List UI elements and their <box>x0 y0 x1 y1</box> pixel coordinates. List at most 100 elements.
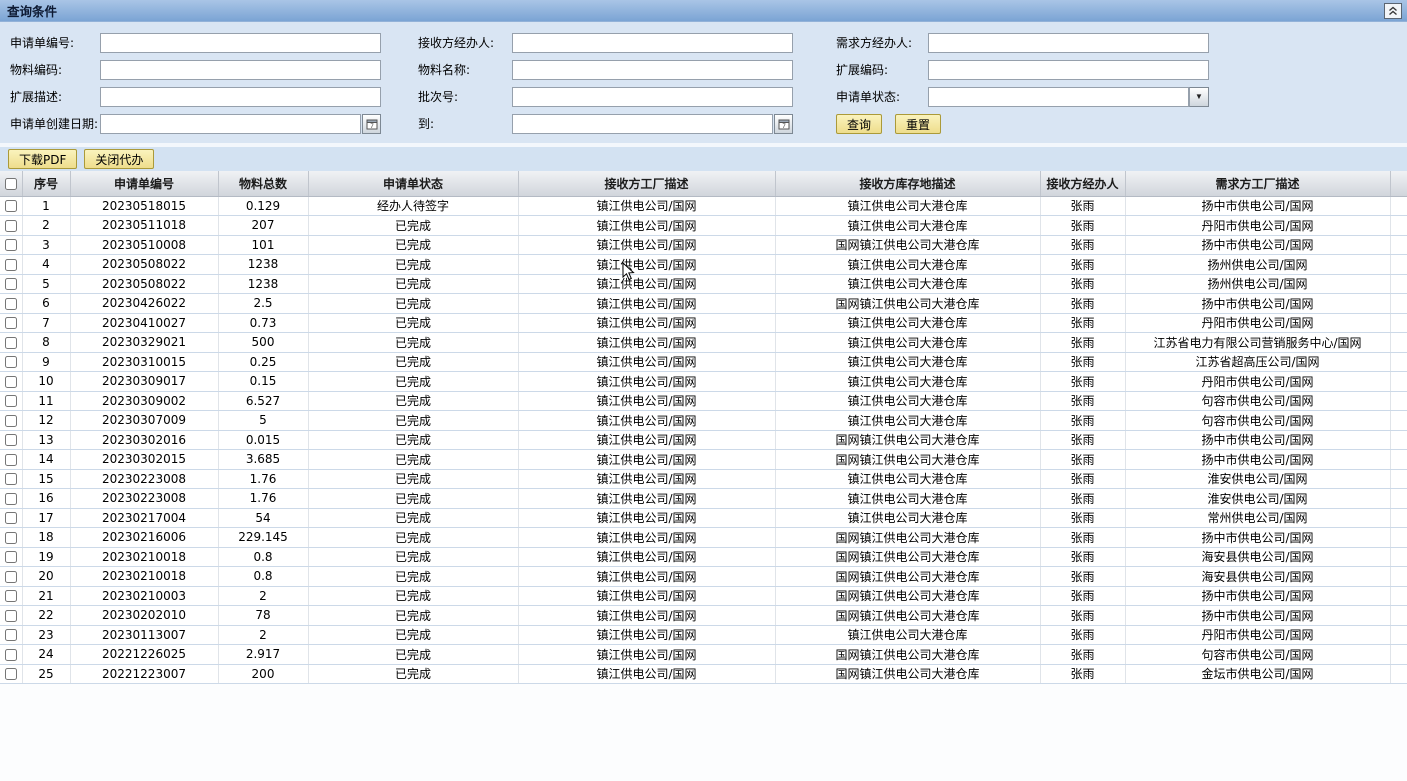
row-checkbox[interactable] <box>5 298 17 310</box>
cell-qty: 2.5 <box>218 294 308 314</box>
label-batch-no: 批次号: <box>418 88 512 105</box>
table-row[interactable]: 23 20230113007 2 已完成 镇江供电公司/国网 镇江供电公司大港仓… <box>0 625 1407 645</box>
cell-apply-no: 20230518015 <box>70 196 218 216</box>
cell-recv-factory: 镇江供电公司/国网 <box>518 664 775 684</box>
cell-status: 已完成 <box>308 391 518 411</box>
table-row[interactable]: 10 20230309017 0.15 已完成 镇江供电公司/国网 镇江供电公司… <box>0 372 1407 392</box>
row-checkbox[interactable] <box>5 649 17 661</box>
row-checkbox[interactable] <box>5 200 17 212</box>
row-checkbox[interactable] <box>5 434 17 446</box>
table-row[interactable]: 15 20230223008 1.76 已完成 镇江供电公司/国网 镇江供电公司… <box>0 469 1407 489</box>
cell-agent: 张雨 <box>1040 352 1125 372</box>
table-row[interactable]: 1 20230518015 0.129 经办人待签字 镇江供电公司/国网 镇江供… <box>0 196 1407 216</box>
create-date-input[interactable] <box>100 114 361 134</box>
row-checkbox[interactable] <box>5 239 17 251</box>
table-row[interactable]: 21 20230210003 2 已完成 镇江供电公司/国网 国网镇江供电公司大… <box>0 586 1407 606</box>
cell-recv-storage: 镇江供电公司大港仓库 <box>775 196 1040 216</box>
select-all-checkbox[interactable] <box>5 178 17 190</box>
table-row[interactable]: 19 20230210018 0.8 已完成 镇江供电公司/国网 国网镇江供电公… <box>0 547 1407 567</box>
row-checkbox[interactable] <box>5 356 17 368</box>
create-date-picker-button[interactable]: 7 <box>362 114 381 134</box>
cell-recv-storage: 国网镇江供电公司大港仓库 <box>775 430 1040 450</box>
download-pdf-button[interactable]: 下载PDF <box>8 149 77 169</box>
table-row[interactable]: 13 20230302016 0.015 已完成 镇江供电公司/国网 国网镇江供… <box>0 430 1407 450</box>
query-button[interactable]: 查询 <box>836 114 882 134</box>
row-checkbox[interactable] <box>5 454 17 466</box>
cell-qty: 229.145 <box>218 528 308 548</box>
collapse-panel-button[interactable] <box>1384 3 1402 19</box>
row-checkbox[interactable] <box>5 512 17 524</box>
cell-recv-storage: 镇江供电公司大港仓库 <box>775 391 1040 411</box>
apply-status-input[interactable] <box>928 87 1189 107</box>
cell-recv-factory: 镇江供电公司/国网 <box>518 333 775 353</box>
table-row[interactable]: 9 20230310015 0.25 已完成 镇江供电公司/国网 镇江供电公司大… <box>0 352 1407 372</box>
row-checkbox[interactable] <box>5 610 17 622</box>
table-row[interactable]: 11 20230309002 6.527 已完成 镇江供电公司/国网 镇江供电公… <box>0 391 1407 411</box>
table-row[interactable]: 18 20230216006 229.145 已完成 镇江供电公司/国网 国网镇… <box>0 528 1407 548</box>
row-checkbox[interactable] <box>5 415 17 427</box>
cell-index: 5 <box>22 274 70 294</box>
table-row[interactable]: 7 20230410027 0.73 已完成 镇江供电公司/国网 镇江供电公司大… <box>0 313 1407 333</box>
apply-no-input[interactable] <box>100 33 381 53</box>
row-checkbox[interactable] <box>5 278 17 290</box>
table-row[interactable]: 4 20230508022 1238 已完成 镇江供电公司/国网 镇江供电公司大… <box>0 255 1407 275</box>
table-row[interactable]: 3 20230510008 101 已完成 镇江供电公司/国网 国网镇江供电公司… <box>0 235 1407 255</box>
row-checkbox[interactable] <box>5 629 17 641</box>
table-row[interactable]: 2 20230511018 207 已完成 镇江供电公司/国网 镇江供电公司大港… <box>0 216 1407 236</box>
row-checkbox[interactable] <box>5 668 17 680</box>
row-checkbox[interactable] <box>5 473 17 485</box>
table-row[interactable]: 6 20230426022 2.5 已完成 镇江供电公司/国网 国网镇江供电公司… <box>0 294 1407 314</box>
cell-agent: 张雨 <box>1040 547 1125 567</box>
label-apply-no: 申请单编号: <box>10 34 100 51</box>
cell-index: 6 <box>22 294 70 314</box>
recv-agent-input[interactable] <box>512 33 793 53</box>
demand-agent-input[interactable] <box>928 33 1209 53</box>
ext-code-input[interactable] <box>928 60 1209 80</box>
row-checkbox[interactable] <box>5 551 17 563</box>
material-code-input[interactable] <box>100 60 381 80</box>
ext-desc-input[interactable] <box>100 87 381 107</box>
row-checkbox[interactable] <box>5 259 17 271</box>
table-row[interactable]: 25 20221223007 200 已完成 镇江供电公司/国网 国网镇江供电公… <box>0 664 1407 684</box>
row-checkbox[interactable] <box>5 590 17 602</box>
batch-no-input[interactable] <box>512 87 793 107</box>
cell-recv-factory: 镇江供电公司/国网 <box>518 528 775 548</box>
cell-qty: 0.129 <box>218 196 308 216</box>
table-row[interactable]: 20 20230210018 0.8 已完成 镇江供电公司/国网 国网镇江供电公… <box>0 567 1407 587</box>
row-checkbox[interactable] <box>5 337 17 349</box>
double-chevron-up-icon <box>1388 6 1398 16</box>
table-row[interactable]: 14 20230302015 3.685 已完成 镇江供电公司/国网 国网镇江供… <box>0 450 1407 470</box>
cell-apply-no: 20221223007 <box>70 664 218 684</box>
table-row[interactable]: 16 20230223008 1.76 已完成 镇江供电公司/国网 镇江供电公司… <box>0 489 1407 509</box>
cell-status: 已完成 <box>308 313 518 333</box>
table-row[interactable]: 17 20230217004 54 已完成 镇江供电公司/国网 镇江供电公司大港… <box>0 508 1407 528</box>
cell-agent: 张雨 <box>1040 606 1125 626</box>
reset-button[interactable]: 重置 <box>895 114 941 134</box>
header-status: 申请单状态 <box>308 171 518 196</box>
cell-qty: 6.527 <box>218 391 308 411</box>
table-row[interactable]: 8 20230329021 500 已完成 镇江供电公司/国网 镇江供电公司大港… <box>0 333 1407 353</box>
row-checkbox[interactable] <box>5 317 17 329</box>
cell-demand-factory: 淮安供电公司/国网 <box>1125 489 1390 509</box>
cell-apply-no: 20230511018 <box>70 216 218 236</box>
close-todo-button[interactable]: 关闭代办 <box>84 149 154 169</box>
cell-agent: 张雨 <box>1040 216 1125 236</box>
material-name-input[interactable] <box>512 60 793 80</box>
table-row[interactable]: 5 20230508022 1238 已完成 镇江供电公司/国网 镇江供电公司大… <box>0 274 1407 294</box>
row-checkbox[interactable] <box>5 532 17 544</box>
table-row[interactable]: 12 20230307009 5 已完成 镇江供电公司/国网 镇江供电公司大港仓… <box>0 411 1407 431</box>
row-checkbox[interactable] <box>5 220 17 232</box>
table-row[interactable]: 22 20230202010 78 已完成 镇江供电公司/国网 国网镇江供电公司… <box>0 606 1407 626</box>
table-row[interactable]: 24 20221226025 2.917 已完成 镇江供电公司/国网 国网镇江供… <box>0 645 1407 665</box>
cell-status: 已完成 <box>308 235 518 255</box>
cell-demand-factory: 海安县供电公司/国网 <box>1125 567 1390 587</box>
to-date-picker-button[interactable]: 7 <box>774 114 793 134</box>
cell-apply-no: 20230307009 <box>70 411 218 431</box>
row-checkbox[interactable] <box>5 571 17 583</box>
cell-recv-factory: 镇江供电公司/国网 <box>518 372 775 392</box>
row-checkbox[interactable] <box>5 376 17 388</box>
row-checkbox[interactable] <box>5 493 17 505</box>
row-checkbox[interactable] <box>5 395 17 407</box>
apply-status-dropdown-button[interactable]: ▼ <box>1189 87 1209 107</box>
to-date-input[interactable] <box>512 114 773 134</box>
